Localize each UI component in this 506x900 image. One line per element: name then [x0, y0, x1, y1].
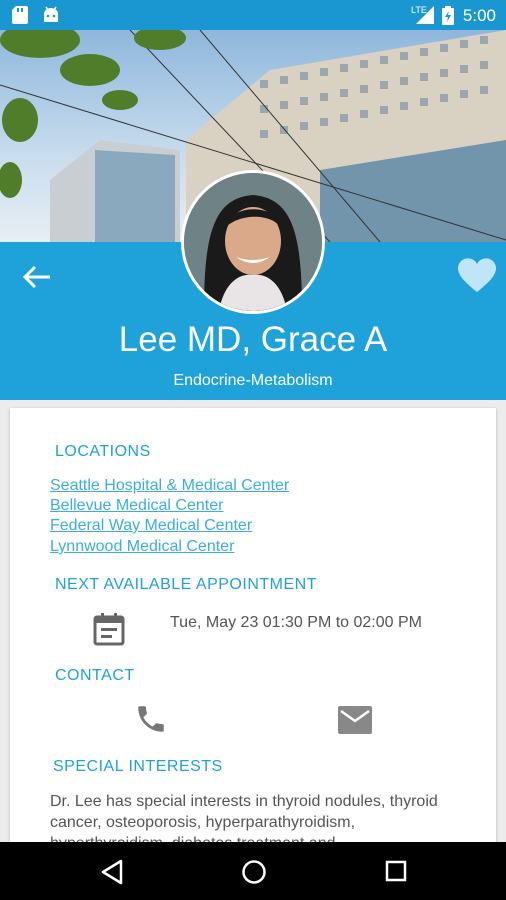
doctor-avatar: [181, 170, 325, 314]
sd-card-icon: [12, 6, 28, 24]
signal-icon: [416, 6, 434, 24]
clock: 5:00: [462, 6, 496, 25]
info-card: LOCATIONS Seattle Hospital & Medical Cen…: [10, 408, 496, 852]
navigation-bar: [0, 842, 506, 900]
location-link-3[interactable]: Federal Way Medical Center: [50, 517, 252, 535]
locations-heading: LOCATIONS: [55, 443, 151, 460]
location-link-2[interactable]: Bellevue Medical Center: [50, 497, 223, 515]
status-bar: LTE 5:00: [0, 0, 506, 30]
doctor-portrait: [184, 173, 322, 311]
nav-home-icon[interactable]: [241, 859, 267, 885]
battery-icon: [442, 6, 454, 25]
doctor-specialty: Endocrine-Metabolism: [173, 372, 333, 389]
email-icon[interactable]: [338, 706, 372, 734]
back-arrow-icon[interactable]: [20, 262, 52, 292]
calendar-icon[interactable]: [93, 612, 125, 646]
phone-icon[interactable]: [134, 702, 168, 736]
location-link-4[interactable]: Lynnwood Medical Center: [50, 538, 234, 556]
nav-recents-icon[interactable]: [385, 860, 407, 882]
appointment-heading: NEXT AVAILABLE APPOINTMENT: [55, 576, 317, 593]
nav-back-icon[interactable]: [100, 859, 124, 885]
doctor-name: Lee MD, Grace A: [118, 320, 388, 359]
location-link-1[interactable]: Seattle Hospital & Medical Center: [50, 477, 289, 495]
special-interests-heading: SPECIAL INTERESTS: [53, 758, 223, 775]
android-icon: [44, 6, 58, 22]
contact-heading: CONTACT: [55, 667, 135, 684]
appointment-time[interactable]: Tue, May 23 01:30 PM to 02:00 PM: [170, 614, 422, 632]
favorite-heart-icon[interactable]: [458, 258, 496, 294]
